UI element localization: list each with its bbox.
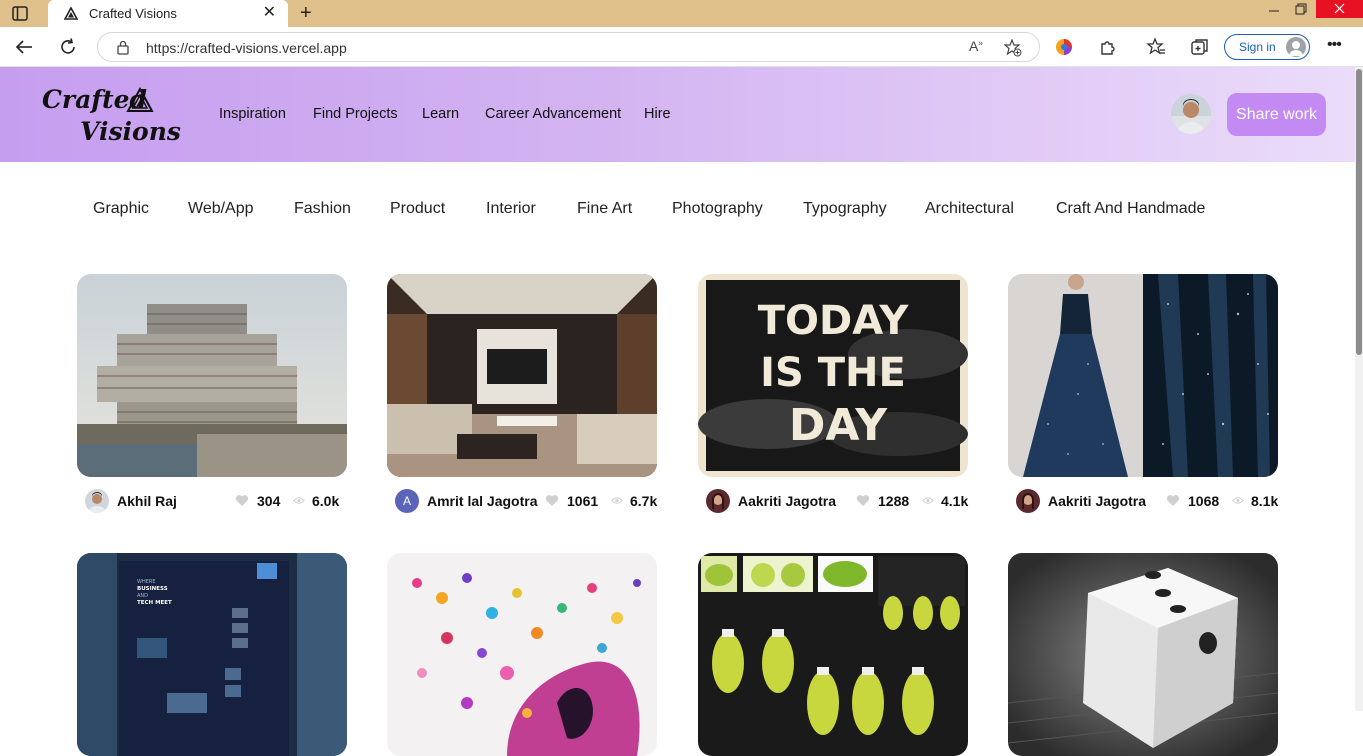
category-photography[interactable]: Photography xyxy=(672,200,763,218)
nav-learn[interactable]: Learn xyxy=(422,106,459,122)
browser-tab[interactable]: Crafted Visions ✕ xyxy=(48,0,288,27)
close-icon xyxy=(1334,3,1345,14)
lock-icon[interactable] xyxy=(116,40,130,55)
logo-text-line2: Visions xyxy=(80,117,181,146)
nav-career-advancement[interactable]: Career Advancement xyxy=(485,106,621,122)
color-extension-icon[interactable] xyxy=(1054,37,1074,57)
read-aloud-icon[interactable]: A» xyxy=(969,38,983,54)
favorites-icon[interactable] xyxy=(1146,37,1166,57)
like-count: 1061 xyxy=(567,493,599,509)
view-count: 4.1k xyxy=(941,493,969,509)
like-count: 1288 xyxy=(878,493,910,509)
tab-title: Crafted Visions xyxy=(89,6,177,21)
author-name[interactable]: Amrit lal Jagotra xyxy=(427,493,537,509)
collections-icon[interactable] xyxy=(1190,37,1210,57)
close-tab-icon[interactable]: ✕ xyxy=(263,5,276,21)
thumbnail-text-is-the: IS THE xyxy=(760,350,906,396)
project-thumbnail[interactable] xyxy=(77,274,347,477)
category-web-app[interactable]: Web/App xyxy=(188,200,254,218)
author-avatar[interactable] xyxy=(85,489,109,513)
project-thumbnail[interactable] xyxy=(698,553,968,756)
triangle-logo-icon xyxy=(126,87,154,112)
extensions-icon[interactable] xyxy=(1098,37,1118,57)
author-name[interactable]: Aakriti Jagotra xyxy=(738,493,836,509)
minimize-icon[interactable] xyxy=(1267,3,1281,17)
eye-icon xyxy=(293,497,305,504)
project-thumbnail[interactable] xyxy=(1008,274,1278,477)
back-arrow-icon[interactable] xyxy=(14,37,34,57)
thumbnail-text: TECH MEET xyxy=(137,600,172,606)
scrollbar-thumb[interactable] xyxy=(1356,69,1362,355)
project-thumbnail[interactable] xyxy=(1008,553,1278,756)
author-name[interactable]: Akhil Raj xyxy=(117,493,177,509)
project-meta: Aakriti Jagotra 1288 4.1k xyxy=(706,489,968,513)
view-count: 6.7k xyxy=(630,493,658,509)
browser-toolbar: https://crafted-visions.vercel.app A» Si… xyxy=(0,27,1363,67)
thumbnail-text-today: TODAY xyxy=(758,298,910,344)
view-count: 6.0k xyxy=(312,493,340,509)
site-header: Crafted Visions Inspiration Find Project… xyxy=(0,67,1355,162)
category-product[interactable]: Product xyxy=(390,200,445,218)
browser-tab-strip: Crafted Visions ✕ + xyxy=(0,0,1363,27)
author-name[interactable]: Aakriti Jagotra xyxy=(1048,493,1146,509)
thumbnail-text-day: DAY xyxy=(789,400,888,451)
url-text: https://crafted-visions.vercel.app xyxy=(146,40,347,56)
project-meta: Akhil Raj 304 6.0k xyxy=(85,489,341,513)
author-avatar[interactable]: A xyxy=(395,489,419,513)
project-thumbnail[interactable] xyxy=(387,553,657,756)
view-count: 8.1k xyxy=(1251,493,1279,509)
new-tab-icon[interactable]: + xyxy=(300,2,312,24)
thumbnail-text: WHERE xyxy=(137,579,156,585)
category-fashion[interactable]: Fashion xyxy=(294,200,351,218)
category-architectural[interactable]: Architectural xyxy=(925,200,1014,218)
window-close-button[interactable] xyxy=(1316,0,1363,18)
project-thumbnail[interactable]: TODAY IS THE DAY xyxy=(698,274,968,477)
page-scrollbar[interactable] xyxy=(1355,67,1363,711)
category-graphic[interactable]: Graphic xyxy=(93,200,149,218)
refresh-icon[interactable] xyxy=(58,37,78,57)
author-avatar[interactable] xyxy=(706,489,730,513)
heart-icon[interactable] xyxy=(856,494,870,507)
site-logo[interactable]: Crafted Visions xyxy=(38,83,181,147)
triangle-logo-icon xyxy=(64,7,78,20)
author-avatar[interactable] xyxy=(1016,489,1040,513)
category-fine-art[interactable]: Fine Art xyxy=(577,200,632,218)
thumbnail-text: BUSINESS xyxy=(137,586,168,592)
sign-in-button[interactable]: Sign in xyxy=(1224,34,1310,60)
more-options-icon[interactable]: ••• xyxy=(1327,36,1342,54)
thumbnail-text: AND xyxy=(137,593,148,599)
category-interior[interactable]: Interior xyxy=(486,200,536,218)
like-count: 304 xyxy=(257,493,281,509)
heart-icon[interactable] xyxy=(545,494,559,507)
nav-find-projects[interactable]: Find Projects xyxy=(313,106,398,122)
like-count: 1068 xyxy=(1188,493,1220,509)
project-meta: Aakriti Jagotra 1068 8.1k xyxy=(1016,489,1278,513)
eye-icon xyxy=(922,497,934,504)
profile-icon xyxy=(1286,37,1306,57)
project-thumbnail[interactable] xyxy=(387,274,657,477)
tab-actions-icon[interactable] xyxy=(12,6,28,21)
project-thumbnail[interactable]: WHERE BUSINESS AND TECH MEET xyxy=(77,553,347,756)
nav-hire[interactable]: Hire xyxy=(644,106,671,122)
restore-icon[interactable] xyxy=(1294,2,1308,16)
heart-icon[interactable] xyxy=(235,494,249,507)
user-avatar[interactable] xyxy=(1171,94,1211,134)
eye-icon xyxy=(611,497,623,504)
nav-inspiration[interactable]: Inspiration xyxy=(219,106,286,122)
sign-in-label: Sign in xyxy=(1239,40,1276,54)
category-typography[interactable]: Typography xyxy=(803,200,887,218)
category-filter-bar: Graphic Web/App Fashion Product Interior… xyxy=(0,200,1355,222)
project-meta: A Amrit lal Jagotra 1061 6.7k xyxy=(395,489,657,513)
add-favorite-icon[interactable] xyxy=(1004,39,1022,57)
share-work-button[interactable]: Share work xyxy=(1227,93,1326,136)
category-craft-and-handmade[interactable]: Craft And Handmade xyxy=(1056,200,1205,218)
address-bar[interactable]: https://crafted-visions.vercel.app A» xyxy=(97,32,1040,62)
eye-icon xyxy=(1232,497,1244,504)
heart-icon[interactable] xyxy=(1166,494,1180,507)
